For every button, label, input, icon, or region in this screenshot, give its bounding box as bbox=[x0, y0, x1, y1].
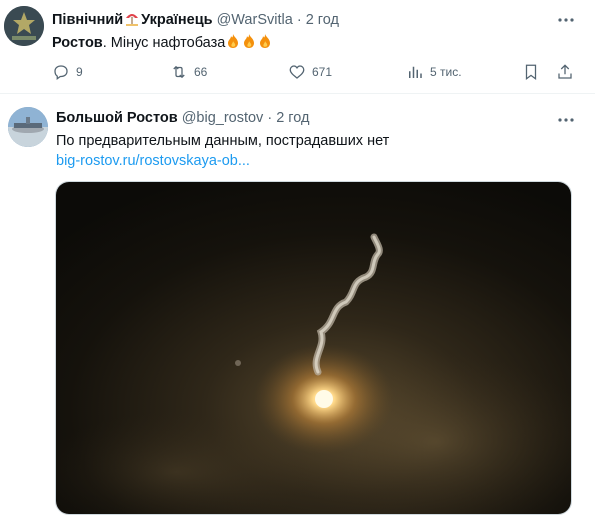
tweet-photo[interactable] bbox=[55, 181, 572, 515]
views-count: 5 тис. bbox=[430, 65, 462, 79]
user-handle[interactable]: @big_rostov bbox=[182, 110, 264, 126]
reply-icon bbox=[54, 65, 68, 81]
separator: · bbox=[296, 12, 302, 28]
more-icon[interactable] bbox=[557, 111, 575, 129]
tweet-text: По предварительным данным, пострадавших … bbox=[56, 133, 390, 149]
views-icon bbox=[409, 66, 422, 78]
like-button[interactable]: 671 bbox=[288, 62, 332, 82]
timestamp[interactable]: 2 год bbox=[306, 12, 339, 28]
tweet-actions: 9 66 671 5 тис. bbox=[52, 62, 582, 82]
fire-emoji-icon bbox=[241, 33, 257, 53]
umbrella-beach-emoji-icon bbox=[124, 10, 140, 30]
share-icon bbox=[558, 64, 572, 79]
avatar[interactable] bbox=[8, 107, 48, 147]
article-link[interactable]: big-rostov.ru/rostovskaya-ob... bbox=[56, 153, 250, 169]
fire-emoji-icon bbox=[257, 33, 273, 53]
more-icon[interactable] bbox=[557, 11, 575, 29]
repost-count: 66 bbox=[194, 65, 208, 79]
bookmark-icon bbox=[525, 64, 537, 81]
tweet-header: Північний Українець @WarSvitla · 2 год bbox=[52, 10, 339, 30]
tweet-quoted-post[interactable]: Північний Українець @WarSvitla · 2 год Ро… bbox=[0, 0, 595, 94]
repost-icon bbox=[173, 65, 185, 79]
fire-emoji-icon bbox=[225, 33, 241, 53]
display-name[interactable]: Північний Українець bbox=[52, 12, 213, 28]
repost-button[interactable]: 66 bbox=[170, 62, 207, 82]
user-handle[interactable]: @WarSvitla bbox=[217, 12, 293, 28]
avatar[interactable] bbox=[4, 6, 44, 46]
display-name[interactable]: Большой Ростов bbox=[56, 110, 178, 126]
heart-icon bbox=[289, 65, 305, 79]
separator: · bbox=[267, 110, 273, 126]
tweet-header: Большой Ростов @big_rostov · 2 год bbox=[56, 110, 310, 126]
reply-button[interactable]: 9 bbox=[52, 62, 83, 82]
tweet-text: Ростов. Мінус нафтобаза bbox=[52, 33, 273, 53]
reply-count: 9 bbox=[76, 65, 83, 79]
bookmark-button[interactable] bbox=[522, 62, 546, 82]
timestamp[interactable]: 2 год bbox=[276, 110, 309, 126]
views-button[interactable]: 5 тис. bbox=[406, 62, 462, 82]
like-count: 671 bbox=[312, 65, 333, 79]
share-button[interactable] bbox=[556, 62, 580, 82]
